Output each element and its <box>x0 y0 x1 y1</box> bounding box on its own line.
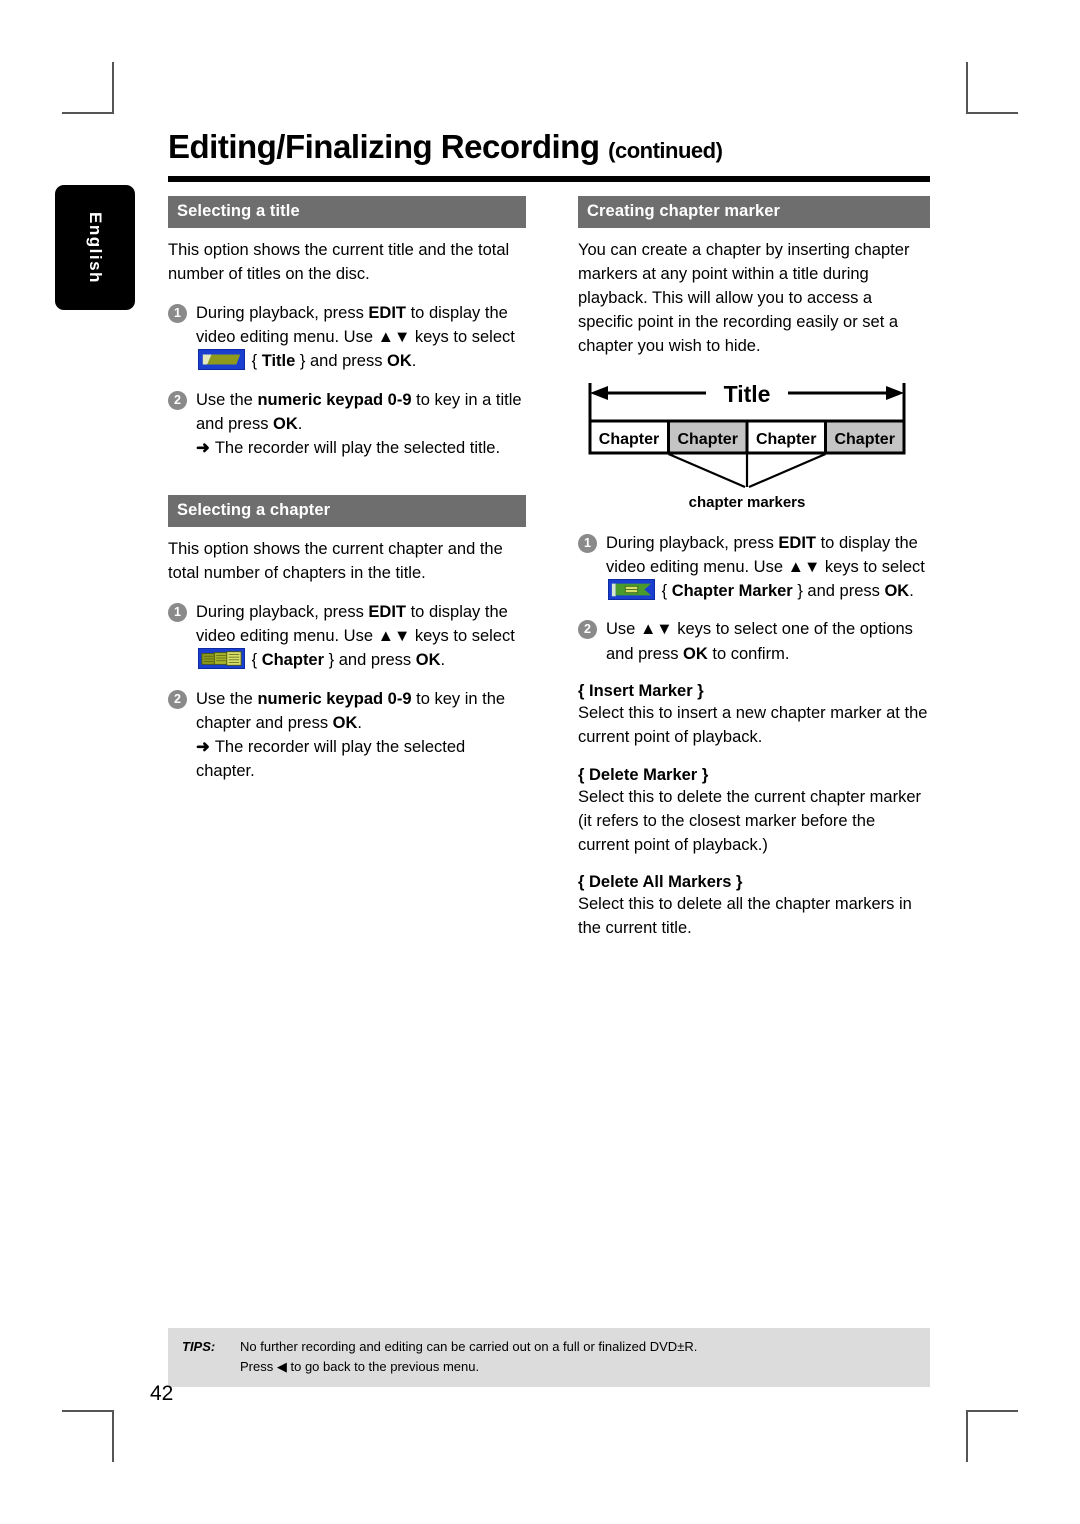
tips-label: TIPS: <box>182 1339 216 1354</box>
step-number: 1 <box>168 602 187 622</box>
tips-box: TIPS: No further recording and editing ca… <box>168 1328 930 1388</box>
page-title: Editing/Finalizing Recording (continued) <box>168 128 930 165</box>
creating-chapter-marker-step-2: 2 Use ▲▼ keys to select one of the optio… <box>578 617 930 666</box>
tips-line-1: TIPS: No further recording and editing ca… <box>168 1337 930 1357</box>
section-heading-creating-chapter-marker: Creating chapter marker <box>578 196 930 228</box>
selecting-a-chapter-step-2: 2 Use the numeric keypad 0-9 to key in t… <box>168 687 526 784</box>
crop-mark-bottom-left <box>62 1410 114 1462</box>
option-insert-marker-description: Select this to insert a new chapter mark… <box>578 703 928 746</box>
svg-text:Chapter: Chapter <box>677 431 737 448</box>
page-title-suffix: (continued) <box>608 138 723 163</box>
diagram-chapter-boxes: Chapter Chapter Chapter Chapter <box>588 419 906 455</box>
step-number: 2 <box>578 620 597 640</box>
selecting-a-title-step-2: 2 Use the numeric keypad 0-9 to key in a… <box>168 388 526 461</box>
option-insert-marker-name: { Insert Marker } <box>578 681 704 700</box>
title-osd-icon <box>198 349 245 371</box>
title-divider <box>168 176 930 182</box>
selecting-a-title-step-1: 1 During playback, press EDIT to display… <box>168 301 526 374</box>
language-tab: English <box>55 185 135 310</box>
selecting-a-chapter-step-2-result: ➜ The recorder will play the selected cha… <box>196 736 526 784</box>
chapter-marker-osd-icon <box>608 579 655 601</box>
manual-page: English Editing/Finalizing Recording (co… <box>0 0 1080 1524</box>
section-heading-selecting-a-chapter: Selecting a chapter <box>168 495 526 528</box>
left-column: Selecting a title This option shows the … <box>168 196 526 784</box>
creating-chapter-marker-step-1: 1 During playback, press EDIT to display… <box>578 531 930 604</box>
result-arrow-icon: ➜ <box>196 439 210 458</box>
result-arrow-icon: ➜ <box>196 738 210 757</box>
selecting-a-title-intro: This option shows the current title and … <box>168 241 510 283</box>
svg-text:Chapter: Chapter <box>834 431 894 448</box>
tips-line-2: Press ◀ to go back to the previous menu. <box>168 1357 930 1377</box>
svg-text:Chapter: Chapter <box>599 431 659 448</box>
diagram-leader-lines <box>668 452 826 488</box>
step-number: 1 <box>168 303 187 323</box>
selecting-a-chapter-intro: This option shows the current chapter an… <box>168 540 503 582</box>
option-delete-marker-description: Select this to delete the current chapte… <box>578 787 922 854</box>
section-heading-selecting-a-title: Selecting a title <box>168 196 526 228</box>
diagram-caption: chapter markers <box>689 494 806 511</box>
option-delete-marker-name: { Delete Marker } <box>578 765 709 784</box>
creating-chapter-marker-intro: You can create a chapter by inserting ch… <box>578 241 910 355</box>
crop-mark-top-left <box>62 62 114 114</box>
step-number: 2 <box>168 689 187 709</box>
option-delete-all-markers-description: Select this to delete all the chapter ma… <box>578 895 912 938</box>
svg-text:Chapter: Chapter <box>756 431 816 448</box>
tips-line-2-suffix: to go back to the previous menu. <box>290 1359 480 1375</box>
step-number: 1 <box>578 533 597 553</box>
page-title-main: Editing/Finalizing Recording <box>168 128 600 165</box>
right-column: Creating chapter marker You can create a… <box>578 196 930 941</box>
title-chapter-diagram: Title Chapter Chapter Chapter Chapter ch… <box>582 377 912 517</box>
tips-line-1-text: No further recording and editing can be … <box>240 1339 698 1354</box>
diagram-title-label: Title <box>724 381 771 407</box>
selecting-a-title-step-2-result: ➜ The recorder will play the selected tit… <box>196 437 526 461</box>
crop-mark-top-right <box>966 62 1018 114</box>
left-arrow-icon: ◀ <box>276 1359 287 1375</box>
step-number: 2 <box>168 390 187 410</box>
tips-line-2-prefix: Press <box>240 1359 274 1375</box>
result-text: The recorder will play the selected chap… <box>196 738 466 781</box>
language-tab-label: English <box>86 211 105 284</box>
crop-mark-bottom-right <box>966 1410 1018 1462</box>
selecting-a-chapter-step-1: 1 During playback, press EDIT to display… <box>168 600 526 673</box>
result-text: The recorder will play the selected titl… <box>214 439 501 458</box>
option-delete-all-markers-name: { Delete All Markers } <box>578 873 743 892</box>
page-number: 42 <box>150 1382 174 1405</box>
chapter-osd-icon <box>198 648 245 670</box>
